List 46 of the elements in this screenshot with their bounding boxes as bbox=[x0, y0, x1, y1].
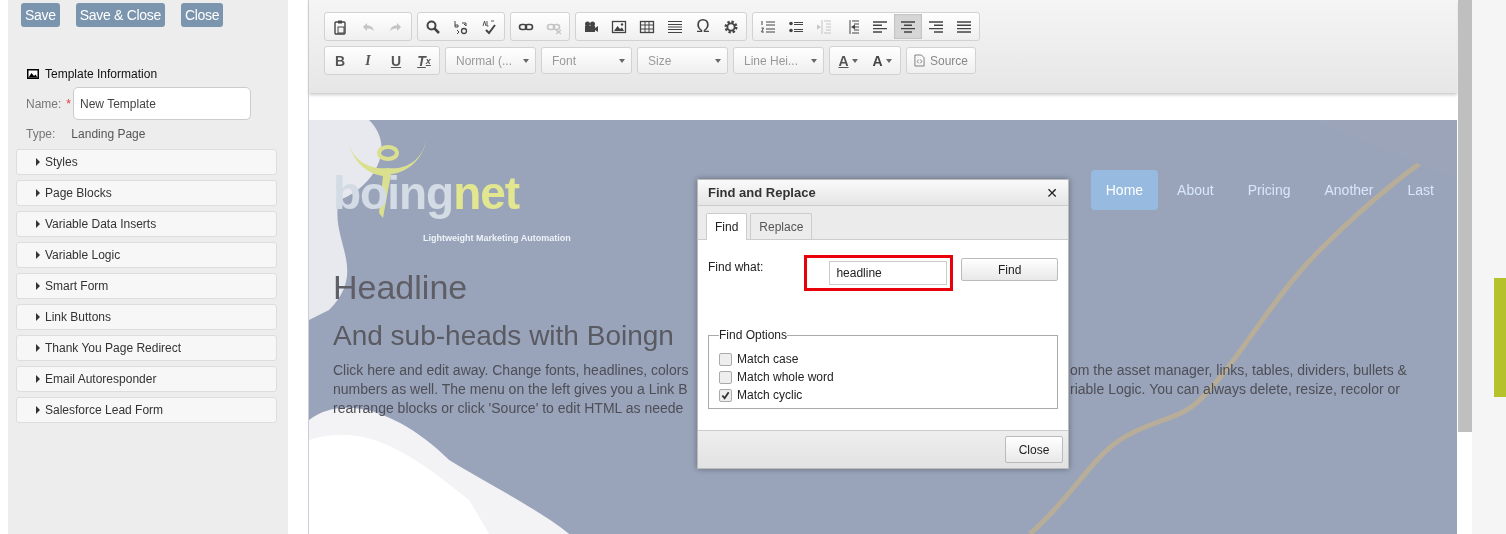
checkbox[interactable] bbox=[719, 370, 732, 384]
close-button[interactable]: Close bbox=[1005, 436, 1063, 463]
checkbox[interactable] bbox=[719, 352, 732, 366]
name-input[interactable]: New Template bbox=[73, 87, 251, 120]
clear-format-button[interactable]: Tx bbox=[410, 48, 438, 73]
section-title: Template Information bbox=[45, 67, 158, 81]
dialog-tab[interactable]: Find bbox=[706, 213, 748, 240]
text-color-button[interactable]: A bbox=[831, 48, 865, 73]
find-button[interactable]: Find bbox=[961, 258, 1058, 281]
find-input[interactable]: headline bbox=[829, 261, 948, 285]
bold-button[interactable]: B bbox=[326, 48, 354, 73]
scrollbar[interactable] bbox=[1458, 0, 1472, 432]
accordion-header[interactable]: Email Autoresponder bbox=[16, 366, 277, 392]
accordion-header[interactable]: Thank You Page Redirect bbox=[16, 335, 277, 361]
accordion-header[interactable]: Variable Data Inserts bbox=[16, 211, 277, 237]
accordion-header[interactable]: Link Buttons bbox=[16, 304, 277, 330]
field-label: Find what: bbox=[708, 260, 765, 274]
dialog-title: Find and Replace bbox=[708, 185, 816, 200]
checkbox-label: Match case bbox=[737, 352, 799, 366]
accordion-header[interactable]: Variable Logic bbox=[16, 242, 277, 268]
group-legend: Find Options bbox=[719, 328, 788, 342]
accordion-header[interactable]: Salesforce Lead Form bbox=[16, 397, 277, 423]
subheading: And sub-heads with Boingn bbox=[333, 320, 674, 352]
field-label: Name: bbox=[26, 96, 62, 111]
logo-tagline: Lightweight Marketing Automation bbox=[423, 233, 571, 243]
body-text: Click here and edit away. Change fonts, headlines, colors bbox=[333, 361, 690, 380]
type-value: Landing Page bbox=[71, 127, 146, 141]
image-icon bbox=[27, 69, 39, 79]
accordion-header[interactable]: Styles bbox=[16, 149, 277, 175]
italic-button[interactable]: I bbox=[354, 48, 382, 73]
document-code-icon bbox=[914, 54, 925, 67]
accordion-header[interactable]: Page Blocks bbox=[16, 180, 277, 206]
background-color-button[interactable]: A bbox=[865, 48, 899, 73]
checkbox-label: Match cyclic bbox=[737, 388, 803, 402]
accordion-header[interactable]: Smart Form bbox=[16, 273, 277, 299]
field-label: Type: bbox=[26, 127, 56, 141]
checkbox-label: Match whole word bbox=[737, 370, 834, 384]
body-text: riable Logic. You can always delete, resize, recolor or bbox=[1070, 380, 1401, 399]
required-mark: * bbox=[66, 96, 71, 111]
underline-button[interactable]: U bbox=[382, 48, 410, 73]
align-center-icon[interactable] bbox=[894, 14, 922, 39]
body-text: om the asset manager, links, tables, dividers, bullets & bbox=[1070, 361, 1407, 380]
checkbox[interactable] bbox=[719, 388, 732, 402]
body-text: numbers as well. The menu on the left gives you a Link B bbox=[333, 380, 689, 399]
dialog-tab[interactable]: Replace bbox=[750, 213, 813, 239]
special-character-button[interactable]: Ω bbox=[689, 14, 717, 39]
